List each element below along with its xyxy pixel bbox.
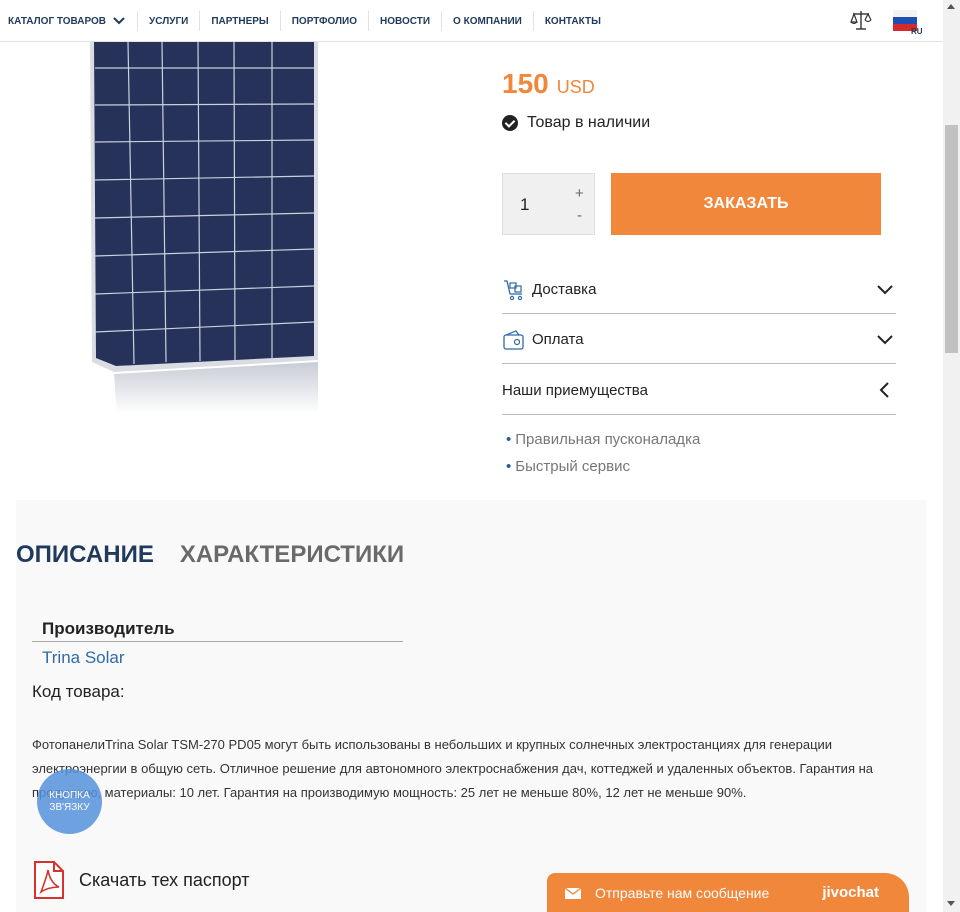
nav-item-label: О КОМПАНИИ: [453, 15, 522, 27]
quantity-minus-button[interactable]: -: [577, 207, 582, 224]
accordion-label: Наши приемущества: [502, 382, 648, 399]
accordion-label: Оплата: [532, 331, 584, 348]
compare-scales-icon[interactable]: [850, 8, 872, 32]
accordion-delivery[interactable]: Доставка: [502, 266, 896, 314]
envelope-icon: [565, 887, 581, 899]
accordion-advantages[interactable]: Наши приемущества: [502, 367, 896, 415]
manufacturer-label: Производитель: [42, 619, 175, 638]
nav-item-catalog[interactable]: КАТАЛОГ ТОВАРОВ: [0, 0, 126, 42]
scroll-down-arrow-icon[interactable]: [947, 901, 955, 906]
top-navigation: КАТАЛОГ ТОВАРОВ УСЛУГИ ПАРТНЕРЫ ПОРТФОЛИ…: [0, 0, 943, 42]
nav-items: КАТАЛОГ ТОВАРОВ УСЛУГИ ПАРТНЕРЫ ПОРТФОЛИ…: [0, 0, 601, 42]
list-item: Правильная пусконаладка: [506, 430, 700, 457]
nav-item-services[interactable]: УСЛУГИ: [138, 0, 188, 42]
nav-item-partners[interactable]: ПАРТНЕРЫ: [200, 0, 268, 42]
nav-item-label: УСЛУГИ: [149, 15, 189, 27]
chevron-down-icon: [113, 17, 125, 25]
chevron-down-icon: [877, 335, 893, 345]
order-button[interactable]: ЗАКАЗАТЬ: [611, 173, 881, 235]
nav-item-label: НОВОСТИ: [380, 15, 431, 27]
divider: [32, 641, 403, 642]
scroll-up-arrow-icon[interactable]: [947, 4, 955, 9]
advantages-list: Правильная пусконаладка Быстрый сервис: [506, 430, 700, 484]
pdf-icon: [34, 861, 64, 899]
list-item: Быстрый сервис: [506, 457, 700, 484]
nav-item-label: ПАРТНЕРЫ: [211, 15, 269, 27]
nav-item-contacts[interactable]: КОНТАКТЫ: [534, 0, 601, 42]
chat-brand-logo: jivochat: [822, 884, 879, 901]
page-scrollbar[interactable]: [943, 0, 960, 912]
download-datasheet[interactable]: Скачать тех паспорт: [32, 860, 250, 900]
price-value: 150: [502, 68, 549, 99]
download-label: Скачать тех паспорт: [79, 869, 250, 890]
stock-label: Товар в наличии: [527, 114, 651, 131]
nav-item-label: ПОРТФОЛИО: [291, 15, 358, 27]
delivery-cart-icon: [504, 279, 523, 300]
check-circle-icon: [502, 115, 518, 131]
nav-item-label: КОНТАКТЫ: [544, 15, 601, 27]
chevron-left-icon: [879, 382, 889, 398]
stock-status: Товар в наличии: [502, 114, 650, 132]
scrollbar-thumb[interactable]: [945, 125, 958, 353]
price-currency: USD: [556, 77, 595, 97]
chat-message-label: Отправьте нам сообщение: [595, 885, 770, 901]
product-price: 150 USD: [502, 68, 595, 100]
tab-characteristics[interactable]: ХАРАКТЕРИСТИКИ: [180, 541, 404, 569]
product-description: ФотопанелиTrina Solar TSM-270 PD05 могут…: [32, 737, 874, 800]
manufacturer-link[interactable]: Trina Solar: [42, 648, 125, 668]
callback-label-line1: КНОПКА: [49, 789, 90, 801]
flag-stripe-blue: [893, 17, 917, 24]
nav-item-news[interactable]: НОВОСТИ: [369, 0, 430, 42]
nav-item-about[interactable]: О КОМПАНИИ: [442, 0, 522, 42]
nav-item-portfolio[interactable]: ПОРТФОЛИО: [281, 0, 357, 42]
wallet-icon: [503, 329, 524, 350]
chat-widget[interactable]: Отправьте нам сообщение jivochat: [547, 873, 909, 912]
quantity-stepper[interactable]: 1 + -: [502, 173, 595, 235]
flag-stripe-white: [893, 10, 917, 17]
accordion-payment[interactable]: Оплата: [502, 316, 896, 364]
callback-button[interactable]: КНОПКА ЗВ'ЯЗКУ: [37, 769, 102, 834]
quantity-value[interactable]: 1: [520, 195, 529, 215]
solar-panel-image: [90, 41, 318, 414]
tab-description[interactable]: ОПИСАНИЕ: [16, 541, 154, 569]
product-tabs: ОПИСАНИЕ ХАРАКТЕРИСТИКИ: [16, 541, 404, 569]
chevron-down-icon: [877, 285, 893, 295]
callback-label-line2: ЗВ'ЯЗКУ: [49, 801, 90, 813]
language-code: RU: [911, 27, 923, 36]
quantity-plus-button[interactable]: +: [575, 185, 584, 202]
product-code-label: Код товара:: [32, 682, 125, 701]
language-switcher[interactable]: RU: [893, 10, 923, 36]
accordion-label: Доставка: [532, 281, 597, 298]
product-image: [22, 41, 370, 432]
nav-item-label: КАТАЛОГ ТОВАРОВ: [8, 15, 107, 27]
